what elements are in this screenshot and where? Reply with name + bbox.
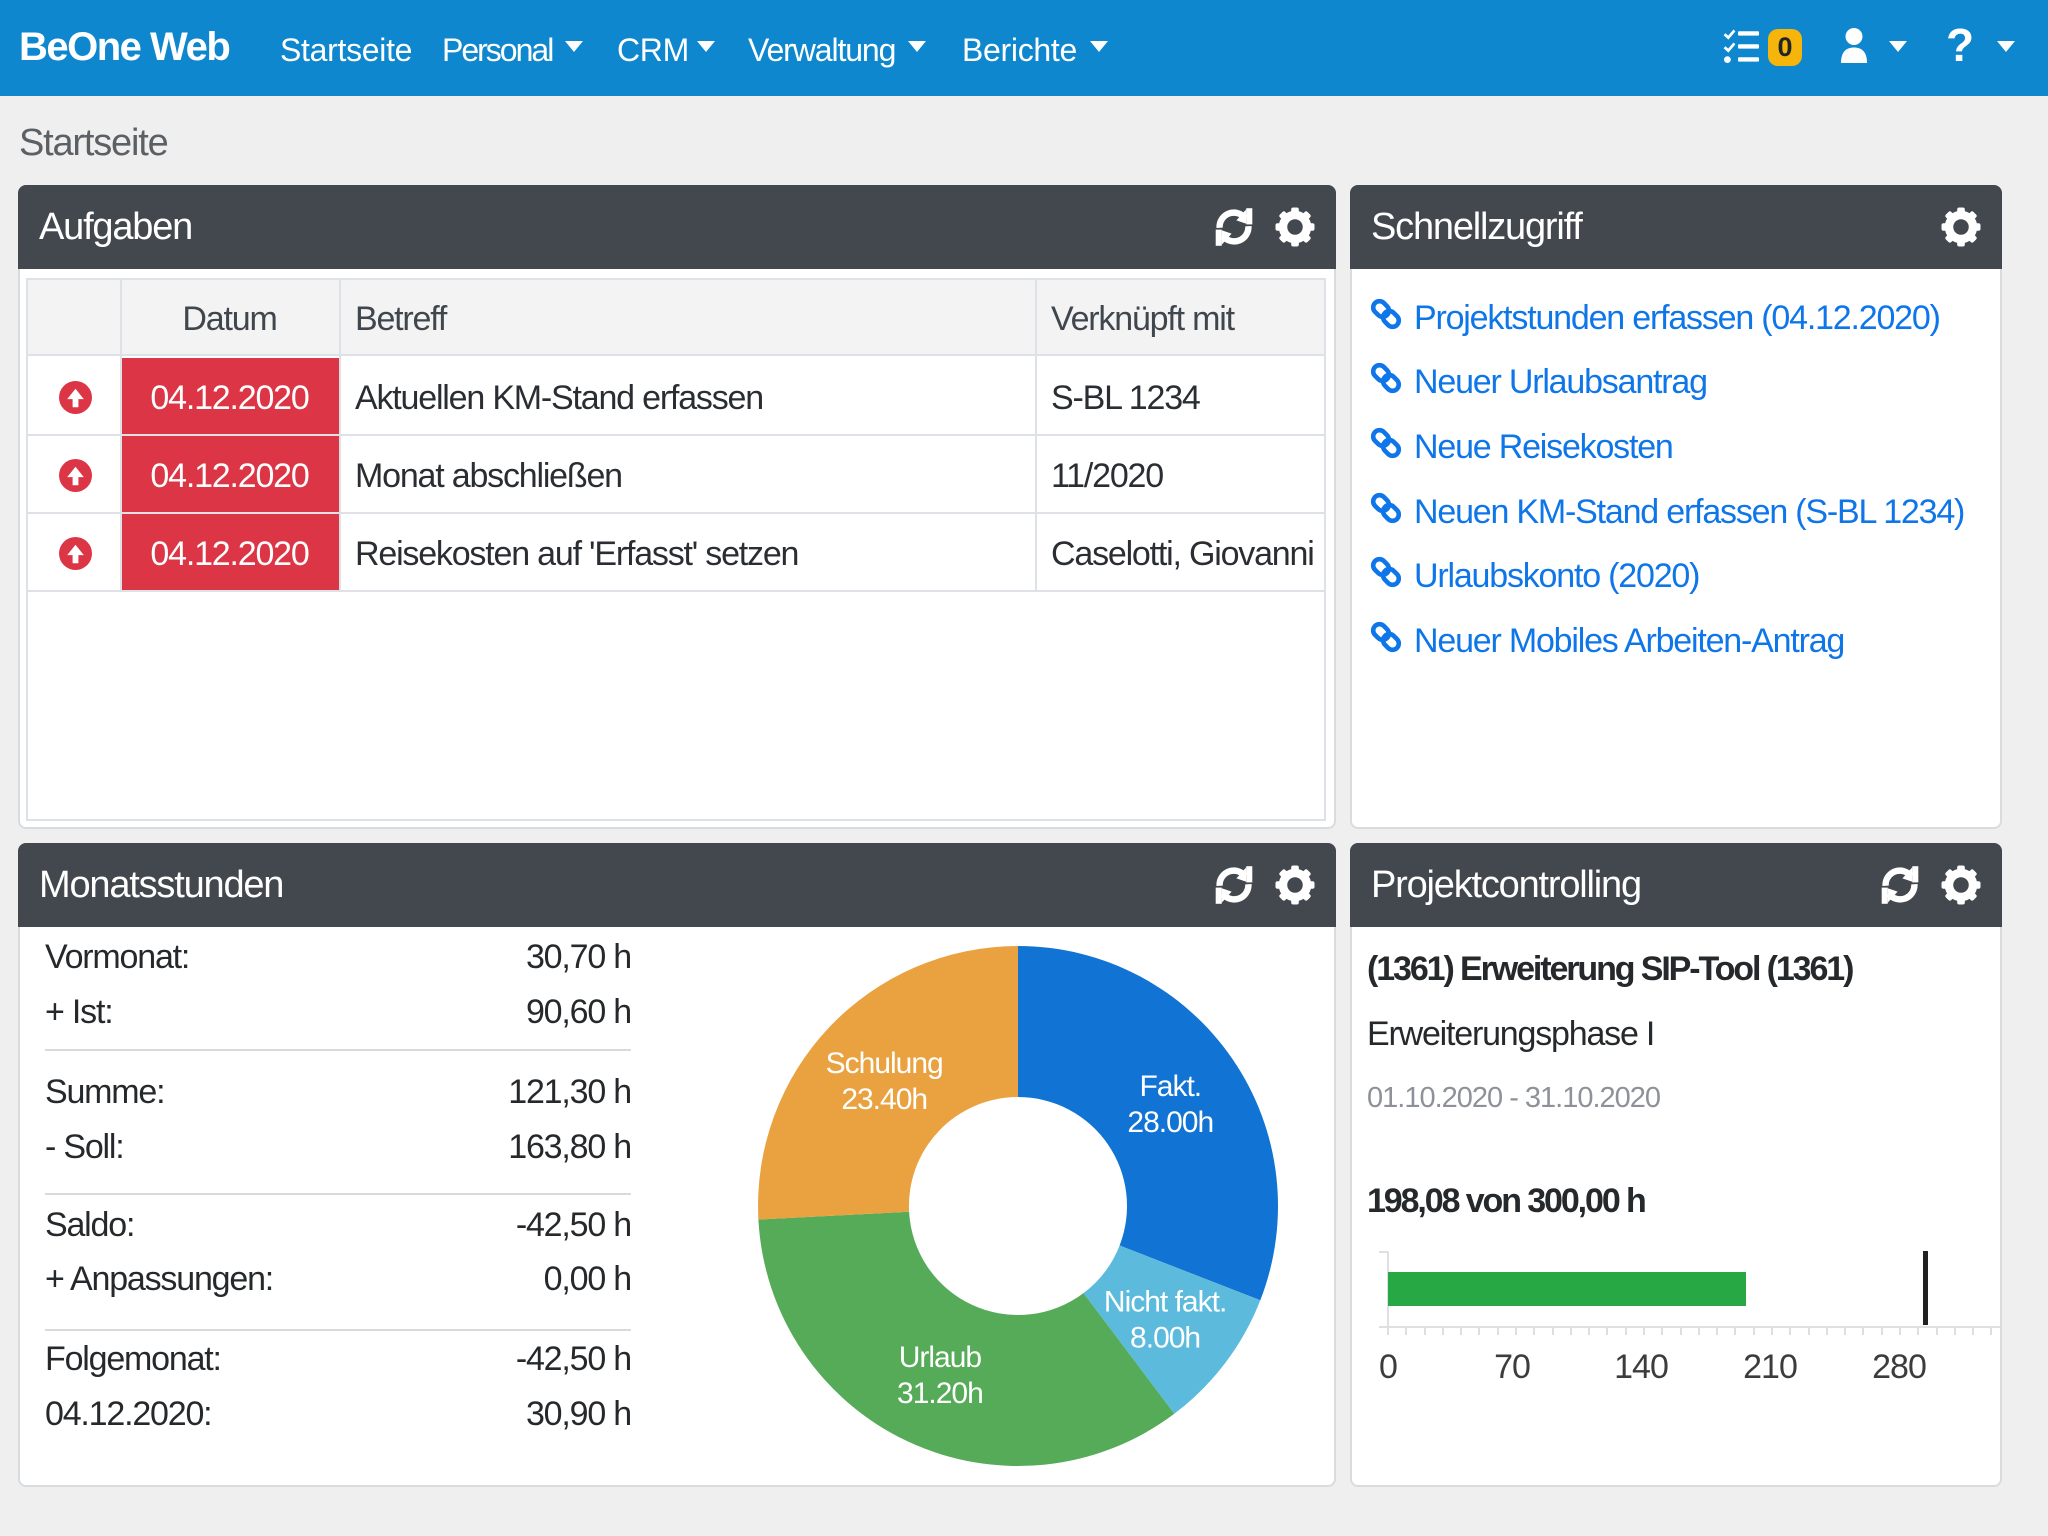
svg-text:Fakt.: Fakt. [1139,1070,1201,1103]
svg-text:31.20h: 31.20h [897,1377,983,1410]
svg-text:Urlaub: Urlaub [899,1341,982,1374]
svg-text:8.00h: 8.00h [1130,1321,1200,1354]
svg-text:Nicht fakt.: Nicht fakt. [1104,1285,1226,1318]
svg-text:23.40h: 23.40h [841,1083,927,1116]
svg-text:Schulung: Schulung [826,1047,943,1080]
svg-text:28.00h: 28.00h [1127,1106,1213,1139]
